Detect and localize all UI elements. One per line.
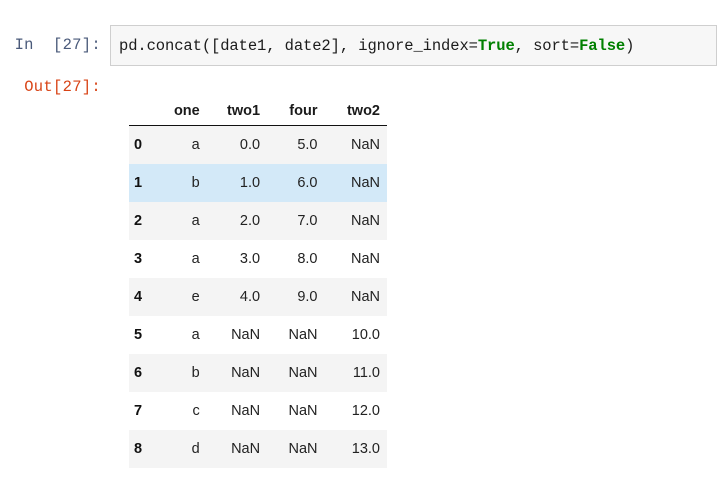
table-cell-one: b — [154, 164, 207, 202]
row-index-cell: 0 — [129, 125, 155, 164]
table-cell-two1: NaN — [206, 430, 268, 468]
table-row: 3 a 3.0 8.0 NaN — [129, 240, 387, 278]
table-cell-two2: 12.0 — [324, 392, 387, 430]
table-cell-four: 8.0 — [267, 240, 325, 278]
row-index-cell: 1 — [129, 164, 155, 202]
table-cell-one: a — [154, 240, 207, 278]
table-cell-one: a — [154, 316, 207, 354]
header-col-two1: two1 — [206, 99, 268, 126]
code-line[interactable]: pd.concat([date1, date2], ignore_index=T… — [119, 37, 634, 55]
table-cell-two1: 3.0 — [206, 240, 268, 278]
code-token-plain-3: ) — [625, 36, 635, 55]
row-index-cell: 3 — [129, 240, 155, 278]
table-cell-two2: 11.0 — [324, 354, 387, 392]
table-cell-two2: NaN — [324, 240, 387, 278]
notebook-output-cell: Out[27]: — [0, 77, 717, 97]
header-row: one two1 four two2 — [129, 99, 387, 126]
table-cell-two1: 4.0 — [206, 278, 268, 316]
table-cell-one: c — [154, 392, 207, 430]
code-token-plain-2: , sort= — [514, 36, 580, 55]
row-index-cell: 7 — [129, 392, 155, 430]
table-row: 2 a 2.0 7.0 NaN — [129, 202, 387, 240]
table-cell-four: 7.0 — [267, 202, 325, 240]
table-row: 0 a 0.0 5.0 NaN — [129, 125, 387, 164]
row-index-cell: 5 — [129, 316, 155, 354]
table-cell-four: 6.0 — [267, 164, 325, 202]
header-index — [129, 99, 155, 126]
table-row: 7 c NaN NaN 12.0 — [129, 392, 387, 430]
table-cell-four: NaN — [267, 354, 325, 392]
table-cell-one: e — [154, 278, 207, 316]
input-prompt-label: In [27]: — [14, 36, 101, 54]
code-editor-area[interactable]: pd.concat([date1, date2], ignore_index=T… — [110, 25, 717, 66]
table-row: 8 d NaN NaN 13.0 — [129, 430, 387, 468]
table-cell-two2: NaN — [324, 164, 387, 202]
table-cell-four: NaN — [267, 430, 325, 468]
table-cell-two1: 0.0 — [206, 125, 268, 164]
table-cell-two1: 1.0 — [206, 164, 268, 202]
table-cell-two1: 2.0 — [206, 202, 268, 240]
table-row: 4 e 4.0 9.0 NaN — [129, 278, 387, 316]
row-index-cell: 8 — [129, 430, 155, 468]
table-cell-two2: NaN — [324, 125, 387, 164]
table-cell-one: a — [154, 202, 207, 240]
table-cell-two1: NaN — [206, 392, 268, 430]
dataframe-body: 0 a 0.0 5.0 NaN 1 b 1.0 6.0 NaN 2 a 2.0 7.0 NaN 3 a 3.0 8.… — [129, 125, 387, 468]
table-row: 1 b 1.0 6.0 NaN — [129, 164, 387, 202]
dataframe-table: one two1 four two2 0 a 0.0 5.0 NaN 1 b 1.0 6.0 Na… — [129, 99, 387, 468]
table-cell-one: b — [154, 354, 207, 392]
notebook-input-cell: In [27]: pd.concat([date1, date2], ignor… — [0, 25, 717, 66]
table-cell-two1: NaN — [206, 354, 268, 392]
table-cell-two2: NaN — [324, 202, 387, 240]
table-cell-one: d — [154, 430, 207, 468]
row-index-cell: 4 — [129, 278, 155, 316]
header-col-four: four — [267, 99, 325, 126]
table-cell-four: NaN — [267, 392, 325, 430]
output-prompt-label: Out[27]: — [24, 78, 101, 96]
table-cell-two2: 13.0 — [324, 430, 387, 468]
dataframe-head: one two1 four two2 — [129, 99, 387, 126]
table-cell-four: 9.0 — [267, 278, 325, 316]
table-cell-two2: NaN — [324, 278, 387, 316]
table-cell-two1: NaN — [206, 316, 268, 354]
row-index-cell: 6 — [129, 354, 155, 392]
row-index-cell: 2 — [129, 202, 155, 240]
table-row: 5 a NaN NaN 10.0 — [129, 316, 387, 354]
table-cell-four: 5.0 — [267, 125, 325, 164]
table-cell-four: NaN — [267, 316, 325, 354]
table-row: 6 b NaN NaN 11.0 — [129, 354, 387, 392]
table-cell-two2: 10.0 — [324, 316, 387, 354]
code-token-keyword-false: False — [579, 36, 626, 55]
code-token-keyword-true: True — [477, 36, 515, 55]
header-col-one: one — [154, 99, 207, 126]
dataframe-output: one two1 four two2 0 a 0.0 5.0 NaN 1 b 1.0 6.0 Na… — [129, 99, 387, 468]
header-col-two2: two2 — [324, 99, 387, 126]
code-token-plain-1: pd.concat([date1, date2], ignore_index= — [119, 36, 478, 55]
table-cell-one: a — [154, 125, 207, 164]
